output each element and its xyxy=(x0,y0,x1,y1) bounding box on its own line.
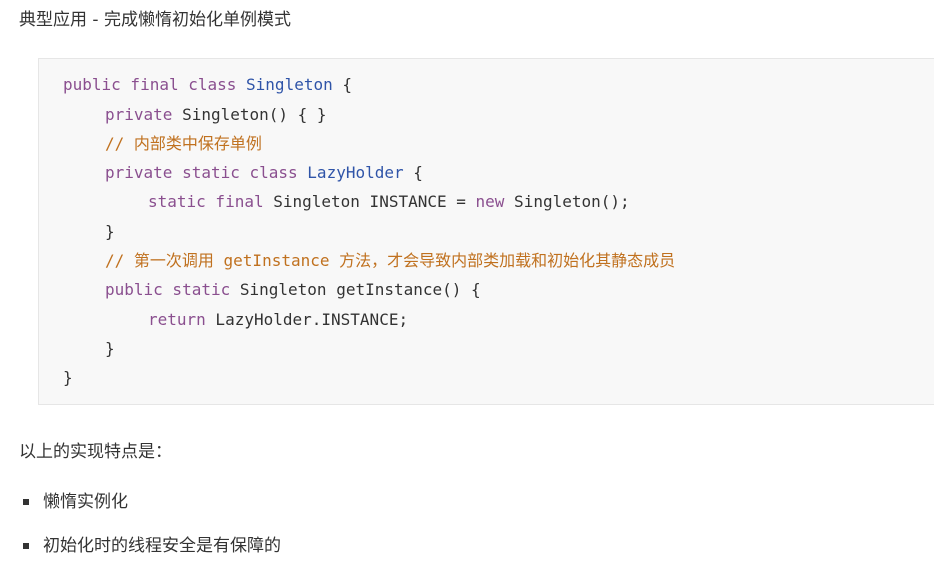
list-item: 初始化时的线程安全是有保障的 xyxy=(19,534,281,558)
code-keyword: new xyxy=(475,192,505,211)
code-text: { xyxy=(332,75,352,94)
code-comment: // 第一次调用 getInstance 方法，才会导致内部类加载和初始化其静态… xyxy=(105,251,676,270)
feature-list: 懒惰实例化 初始化时的线程安全是有保障的 xyxy=(19,490,281,578)
code-text: { xyxy=(403,163,423,182)
code-text: Singleton INSTANCE = xyxy=(263,192,476,211)
code-line-4: private static class LazyHolder { xyxy=(105,162,423,184)
code-keyword: return xyxy=(148,310,206,329)
code-comment: // 内部类中保存单例 xyxy=(105,134,262,153)
list-item: 懒惰实例化 xyxy=(19,490,281,514)
code-keyword: public static xyxy=(105,280,231,299)
code-type-name: Singleton xyxy=(246,75,333,94)
code-line-9: return LazyHolder.INSTANCE; xyxy=(148,309,408,331)
code-keyword: private xyxy=(105,105,173,124)
code-line-10: } xyxy=(105,339,115,358)
code-line-8: public static Singleton getInstance() { xyxy=(105,279,481,301)
list-item-text: 初始化时的线程安全是有保障的 xyxy=(43,536,281,556)
code-text: LazyHolder.INSTANCE; xyxy=(205,310,409,329)
code-line-5: static final Singleton INSTANCE = new Si… xyxy=(148,191,630,213)
code-text: Singleton getInstance() { xyxy=(230,280,481,299)
features-intro: 以上的实现特点是： xyxy=(19,442,172,462)
code-keyword: static final xyxy=(148,192,264,211)
code-keyword: public final class xyxy=(63,75,247,94)
code-line-11: } xyxy=(63,368,73,387)
bullet-square-icon xyxy=(23,543,29,549)
code-text: Singleton(); xyxy=(504,192,630,211)
code-line-6: } xyxy=(105,222,115,241)
code-keyword: private static class xyxy=(105,163,308,182)
code-block: public final class Singleton { private S… xyxy=(38,58,934,405)
code-line-1: public final class Singleton { xyxy=(63,74,352,96)
bullet-square-icon xyxy=(23,499,29,505)
code-text: Singleton() { } xyxy=(172,105,327,124)
section-heading: 典型应用 - 完成懒惰初始化单例模式 xyxy=(19,10,291,30)
list-item-text: 懒惰实例化 xyxy=(43,492,128,512)
code-type-name: LazyHolder xyxy=(307,163,404,182)
code-line-2: private Singleton() { } xyxy=(105,104,327,126)
